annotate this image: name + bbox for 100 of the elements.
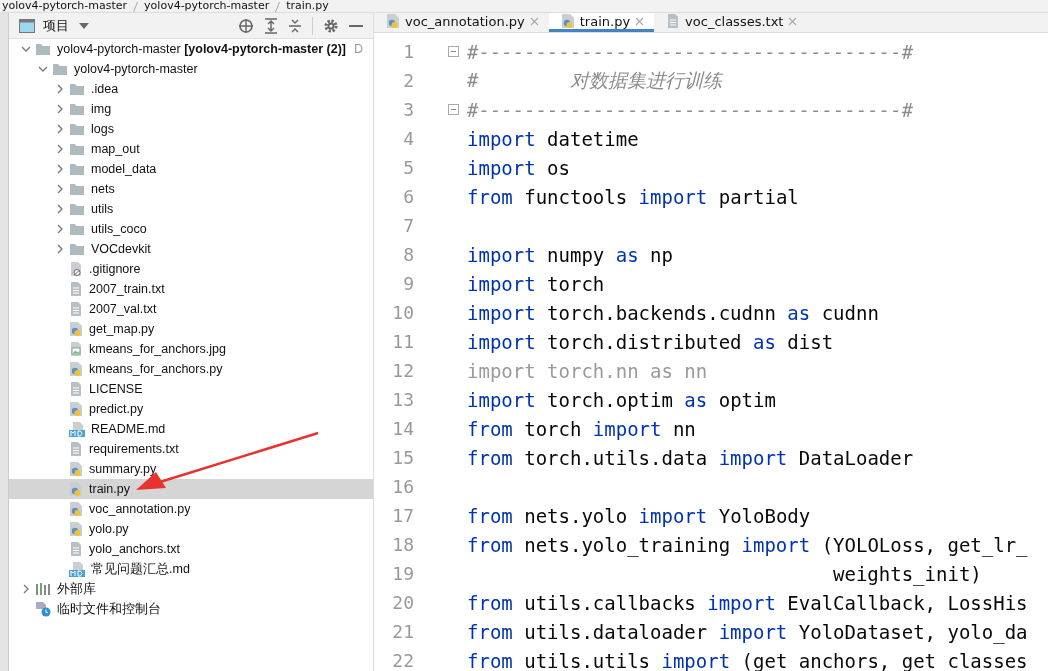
tree-item-label: get_map.py (88, 322, 155, 336)
tree-item[interactable]: train.py (9, 479, 373, 499)
tree-item[interactable]: 外部库 (9, 579, 373, 599)
tree-item[interactable]: logs (9, 119, 373, 139)
tree-item[interactable]: utils (9, 199, 373, 219)
text-file-icon (69, 281, 83, 297)
caret-icon[interactable] (79, 22, 89, 29)
tree-item-label: nets (90, 182, 115, 196)
line-number: 16 (391, 476, 414, 497)
folder-icon (69, 162, 85, 176)
line-number: 9 (402, 273, 414, 294)
line-number: 10 (391, 302, 414, 323)
tree-item-label: utils_coco (90, 222, 147, 236)
tree-item-label: kmeans_for_anchors.py (88, 362, 223, 376)
crosshair-icon[interactable] (238, 17, 254, 34)
tree-item[interactable]: VOCdevkit (9, 239, 373, 259)
tree-item[interactable]: predict.py (9, 399, 373, 419)
code-line: # 对数据集进行训练 (467, 67, 722, 93)
breadcrumb-item[interactable]: yolov4-pytorch-master (144, 0, 270, 12)
line-number: 2 (402, 70, 414, 91)
fold-marker-icon[interactable] (448, 46, 459, 57)
text-file-icon (69, 381, 83, 397)
python-file-icon (69, 521, 83, 537)
tree-item[interactable]: utils_coco (9, 219, 373, 239)
breadcrumb-item[interactable]: train.py (286, 0, 329, 12)
python-file-icon (69, 461, 83, 477)
tree-item-label: LICENSE (88, 382, 143, 396)
line-number: 11 (391, 331, 414, 352)
line-number: 6 (402, 186, 414, 207)
editor-tab[interactable]: train.py (548, 13, 655, 32)
expand-all-icon[interactable] (264, 17, 278, 34)
minimize-icon[interactable] (349, 23, 363, 28)
breadcrumb-item[interactable]: yolov4-pytorch-master (2, 0, 128, 12)
folder-icon (69, 222, 85, 236)
scratch-file-icon (35, 601, 51, 617)
fold-marker-icon[interactable] (448, 104, 459, 115)
code-line: import torch (467, 272, 605, 295)
line-number: 5 (402, 157, 414, 178)
code-line: import torch.backends.cudnn as cudnn (467, 301, 879, 324)
tree-item[interactable]: .idea (9, 79, 373, 99)
tree-item-label: yolo.py (88, 522, 129, 536)
tree-item-label: summary.py (88, 462, 157, 476)
tree-item[interactable]: nets (9, 179, 373, 199)
tree-item[interactable]: .gitignore (9, 259, 373, 279)
tree-item[interactable]: get_map.py (9, 319, 373, 339)
python-file-icon (69, 501, 83, 517)
tree-item[interactable]: yolov4-pytorch-master (9, 59, 373, 79)
tree-item[interactable]: 2007_train.txt (9, 279, 373, 299)
tree-item[interactable]: map_out (9, 139, 373, 159)
tree-item[interactable]: README.md (9, 419, 373, 439)
code-line: import os (467, 156, 570, 179)
code-line: #-------------------------------------# (467, 40, 914, 63)
line-number: 21 (391, 621, 414, 642)
tree-item[interactable]: img (9, 99, 373, 119)
tree-item[interactable]: yolo.py (9, 519, 373, 539)
tree-item[interactable]: 常见问题汇总.md (9, 559, 373, 579)
line-number: 17 (391, 505, 414, 526)
folder-icon (69, 82, 85, 96)
tree-item-label: kmeans_for_anchors.jpg (88, 342, 226, 356)
python-file-icon (69, 401, 83, 417)
tree-item[interactable]: model_data (9, 159, 373, 179)
code-line: import torch.nn as nn (467, 359, 708, 382)
tree-item-label: 外部库 (56, 580, 96, 598)
editor-tab[interactable]: voc_classes.txt (654, 13, 808, 32)
tree-item[interactable]: requirements.txt (9, 439, 373, 459)
tree-item-label: 2007_val.txt (88, 302, 157, 316)
tree-item[interactable]: summary.py (9, 459, 373, 479)
tree-item[interactable]: 临时文件和控制台 (9, 599, 373, 619)
tree-item[interactable]: kmeans_for_anchors.py (9, 359, 373, 379)
editor-tab[interactable]: voc_annotation.py (374, 13, 549, 32)
tree-item[interactable]: 2007_val.txt (9, 299, 373, 319)
folder-icon (69, 202, 85, 216)
collapse-all-icon[interactable] (288, 17, 302, 34)
line-number: 4 (402, 128, 414, 149)
tree-item-label: yolov4-pytorch-master [yolov4-pytorch-master (2)] (56, 42, 346, 56)
text-file-icon (666, 13, 681, 29)
breadcrumb-separator-icon (133, 2, 139, 12)
chevron-right-icon[interactable] (21, 584, 31, 594)
tree-item-label: requirements.txt (88, 442, 179, 456)
settings-icon[interactable] (323, 17, 339, 34)
tree-item[interactable]: voc_annotation.py (9, 499, 373, 519)
tree-item[interactable]: yolov4-pytorch-master [yolov4-pytorch-master (2)] D (9, 39, 373, 59)
tree-item-label: 临时文件和控制台 (56, 600, 161, 618)
library-icon (35, 582, 51, 596)
text-file-icon (69, 541, 83, 557)
tree-item[interactable]: yolo_anchors.txt (9, 539, 373, 559)
tree-item-label: .gitignore (88, 262, 141, 276)
folder-icon (69, 242, 85, 256)
tree-item-label: 常见问题汇总.md (90, 560, 190, 578)
tree-item[interactable]: LICENSE (9, 379, 373, 399)
tree-item[interactable]: kmeans_for_anchors.jpg (9, 339, 373, 359)
text-file-icon (69, 301, 83, 317)
close-icon[interactable] (635, 16, 645, 26)
tree-item-label: .idea (90, 82, 119, 96)
tree-item-label: yolov4-pytorch-master (73, 62, 198, 76)
tree-item-label: logs (90, 122, 114, 136)
panel-title[interactable]: 项目 (43, 16, 69, 35)
tree-item-label: utils (90, 202, 114, 216)
code-line: from utils.dataloader import YoloDataset, yolo_da (467, 620, 1028, 643)
line-number: 1 (402, 41, 414, 62)
